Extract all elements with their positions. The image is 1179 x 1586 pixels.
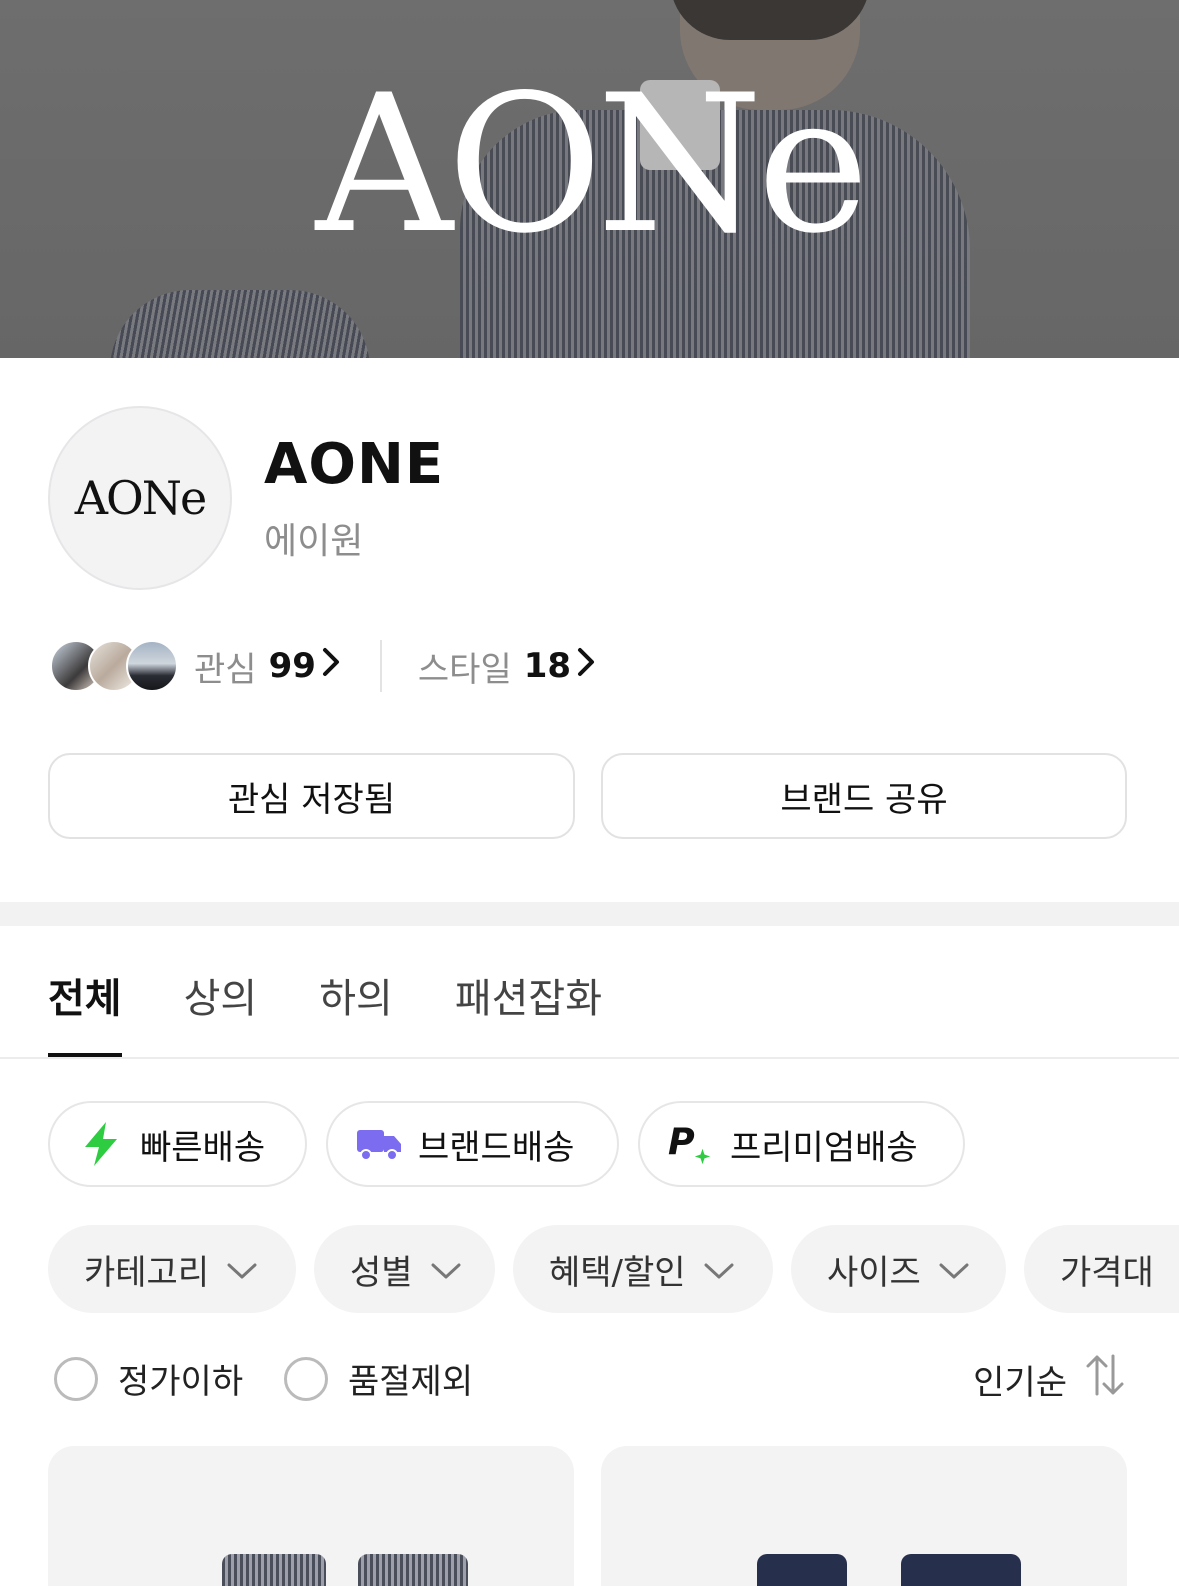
- exclude-soldout-toggle[interactable]: 품절제외: [284, 1354, 473, 1403]
- filter-price[interactable]: 가격대: [1024, 1225, 1179, 1313]
- filter-label: 혜택/할인: [549, 1252, 686, 1293]
- product-card[interactable]: [601, 1446, 1127, 1586]
- tab-accessories[interactable]: 패션잡화: [455, 966, 602, 1058]
- chevron-down-icon: [704, 1249, 734, 1289]
- product-image: [358, 1554, 468, 1586]
- below-list-price-toggle[interactable]: 정가이하: [54, 1354, 243, 1403]
- tabs-underline: [0, 1057, 1179, 1059]
- banner-logo: AONe: [315, 54, 870, 275]
- product-image: [222, 1554, 326, 1586]
- tab-bottoms[interactable]: 하의: [319, 966, 393, 1058]
- stats-divider: [379, 640, 382, 692]
- chevron-right-icon[interactable]: [322, 647, 340, 685]
- product-image: [757, 1554, 847, 1586]
- chip-label: 빠른배송: [140, 1127, 266, 1168]
- brand-banner: AONe: [0, 0, 1179, 358]
- filter-label: 카테고리: [84, 1252, 210, 1293]
- sort-arrows-icon: [1085, 1354, 1125, 1405]
- product-image: [901, 1554, 1021, 1586]
- brand-delivery-chip[interactable]: 브랜드배송: [326, 1101, 619, 1187]
- filter-size[interactable]: 사이즈: [791, 1225, 1006, 1313]
- product-card[interactable]: [48, 1446, 574, 1586]
- chevron-right-icon[interactable]: [577, 647, 595, 685]
- style-label[interactable]: 스타일: [418, 642, 512, 691]
- brand-name-korean: 에이원: [264, 521, 364, 562]
- premium-p-icon: P: [668, 1121, 714, 1167]
- svg-text:P: P: [668, 1121, 695, 1164]
- style-count[interactable]: 18: [524, 646, 571, 686]
- filter-label: 성별: [350, 1252, 413, 1293]
- option-label: 품절제외: [348, 1362, 474, 1402]
- tab-tops[interactable]: 상의: [184, 966, 258, 1058]
- chevron-down-icon: [227, 1249, 257, 1289]
- truck-icon: [356, 1121, 402, 1167]
- lightning-icon: [78, 1121, 124, 1167]
- section-divider: [0, 902, 1179, 926]
- interest-label[interactable]: 관심: [194, 642, 257, 691]
- filter-gender[interactable]: 성별: [314, 1225, 495, 1313]
- brand-avatar: AONe: [48, 406, 232, 590]
- category-tabs: 전체 상의 하의 패션잡화: [48, 966, 664, 1058]
- chip-label: 브랜드배송: [418, 1127, 575, 1168]
- chevron-down-icon: [431, 1249, 461, 1289]
- sort-label: 인기순: [973, 1363, 1067, 1403]
- sort-selector[interactable]: 인기순: [973, 1354, 1125, 1405]
- chevron-down-icon: [939, 1249, 969, 1289]
- interest-count[interactable]: 99: [269, 646, 316, 686]
- fast-delivery-chip[interactable]: 빠른배송: [48, 1101, 307, 1187]
- option-label: 정가이하: [118, 1362, 244, 1402]
- follower-avatar: [126, 640, 178, 692]
- filter-label: 사이즈: [827, 1252, 921, 1293]
- brand-name: AONE: [264, 432, 445, 497]
- tab-all[interactable]: 전체: [48, 966, 122, 1058]
- chip-label: 프리미엄배송: [730, 1127, 918, 1168]
- brand-share-button[interactable]: 브랜드 공유: [601, 753, 1127, 839]
- filter-category[interactable]: 카테고리: [48, 1225, 296, 1313]
- radio-circle-icon[interactable]: [54, 1356, 98, 1401]
- premium-delivery-chip[interactable]: P 프리미엄배송: [638, 1101, 965, 1187]
- brand-stats: 관심 99 스타일 18: [50, 638, 595, 694]
- filter-benefit-discount[interactable]: 혜택/할인: [513, 1225, 773, 1313]
- filter-label: 가격대: [1060, 1252, 1154, 1293]
- interest-saved-button[interactable]: 관심 저장됨: [48, 753, 575, 839]
- radio-circle-icon[interactable]: [284, 1356, 328, 1401]
